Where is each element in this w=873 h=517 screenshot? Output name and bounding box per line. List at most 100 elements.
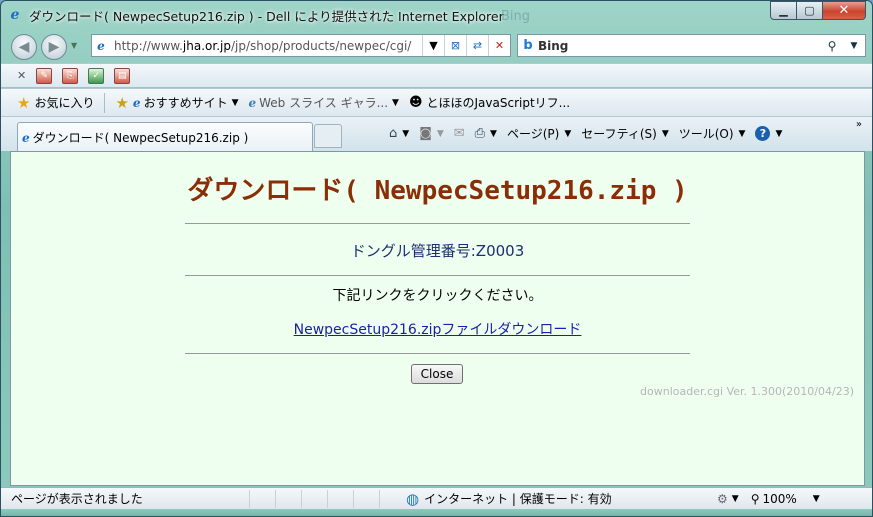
status-cell — [249, 489, 275, 508]
back-arrow-icon: ◀ — [18, 39, 30, 55]
fav-item-recommended[interactable]: ★ e おすすめサイト ▼ — [115, 94, 238, 112]
zoom-icon: ⚲ — [750, 491, 760, 506]
mail-button[interactable]: ✉ — [454, 126, 465, 141]
ie-icon: e — [132, 95, 141, 110]
bing-logo-icon: b — [523, 38, 533, 53]
command-bar: ⌂ ▼ ◙ ▼ ✉ ⎙ ▼ ページ(P) ▼ セーフティ(S) ▼ ツール(O) ▼ ? ▼ — [389, 125, 792, 142]
globe-icon: ◍ — [406, 489, 420, 508]
page-ie-icon: e — [97, 38, 105, 53]
page-menu-label: ページ(P) — [506, 127, 560, 141]
add-favorite-icon: ★ — [115, 93, 129, 112]
divider — [185, 223, 690, 224]
refresh-icon[interactable]: ⇄ — [466, 35, 488, 56]
title-bar[interactable]: e ダウンロード( NewpecSetup216.zip ) - Dell によ… — [1, 1, 872, 29]
divider — [185, 275, 690, 276]
chevron-down-icon: ▼ — [564, 128, 572, 139]
navigation-row: ◀ ▶ ▼ e http://www.jha.or.jp/jp/shop/pro… — [1, 30, 872, 62]
glasses-face-icon: ☻ — [408, 95, 423, 110]
favorites-button[interactable]: ★ お気に入り — [17, 94, 94, 112]
chevron-down-icon: ▼ — [775, 128, 783, 139]
addon-icon-4[interactable]: ▤ — [114, 67, 131, 84]
ghost-bing-text: Bing — [501, 9, 531, 24]
addon-icon-3[interactable]: ✓ — [88, 67, 105, 84]
favorites-label: お気に入り — [34, 96, 95, 110]
download-link[interactable]: NewpecSetup216.zipファイルダウンロード — [294, 322, 582, 338]
print-button[interactable]: ⎙ ▼ — [475, 126, 497, 141]
address-dropdown-icon[interactable]: ▼ — [422, 35, 444, 56]
safety-menu[interactable]: セーフティ(S) ▼ — [581, 125, 668, 142]
home-button[interactable]: ⌂ ▼ — [389, 126, 409, 141]
print-icon: ⎙ — [474, 126, 486, 141]
ie-icon: e — [22, 130, 30, 145]
fav-item-tohoho[interactable]: ☻ とほほのJavaScriptリフ... — [409, 94, 570, 111]
close-button[interactable]: Close — [411, 364, 463, 384]
status-cell — [353, 489, 379, 508]
fav-item-web-slice[interactable]: e Web スライス ギャラ... ▼ — [249, 94, 399, 111]
address-input[interactable]: http://www.jha.or.jp/jp/shop/products/ne… — [110, 39, 422, 53]
chevron-down-icon: ▼ — [392, 97, 399, 108]
compatibility-view-icon[interactable]: ⊠ — [444, 35, 466, 56]
dongle-number: ドングル管理番号:Z0003 — [350, 242, 525, 260]
close-toolbar-icon[interactable]: ✕ — [17, 69, 26, 82]
search-icon[interactable]: ⚲ — [821, 39, 843, 53]
feeds-button[interactable]: ◙ ▼ — [419, 126, 444, 141]
separator — [104, 92, 106, 113]
forward-arrow-icon: ▶ — [48, 39, 60, 55]
page-menu[interactable]: ページ(P) ▼ — [507, 125, 571, 142]
tools-menu[interactable]: ツール(O) ▼ — [679, 125, 746, 142]
chevron-down-icon: ▼ — [402, 128, 410, 139]
version-text: downloader.cgi Ver. 1.300(2010/04/23) — [640, 385, 854, 398]
status-cell — [327, 489, 353, 508]
addon-toolbar: ✕ ✎ ⎘ ✓ ▤ — [1, 63, 872, 87]
back-button[interactable]: ◀ — [11, 34, 37, 60]
browser-window: e ダウンロード( NewpecSetup216.zip ) - Dell によ… — [0, 0, 873, 517]
status-cell — [379, 489, 405, 508]
status-cell — [275, 489, 301, 508]
history-dropdown-icon[interactable]: ▼ — [71, 41, 77, 50]
zoom-button[interactable]: ⚲ 100% ▼ — [751, 492, 820, 506]
minimize-button[interactable]: ▁ — [770, 1, 797, 20]
status-right: ⚙ ▼ ⚲ 100% ▼ — [717, 492, 832, 506]
chevron-down-icon: ▼ — [490, 128, 497, 139]
address-bar[interactable]: e http://www.jha.or.jp/jp/shop/products/… — [91, 34, 511, 57]
addon-icon-2[interactable]: ⎘ — [62, 67, 79, 84]
more-commands-icon[interactable]: » — [856, 119, 862, 130]
security-settings-button[interactable]: ⚙ ▼ — [717, 492, 739, 506]
fav-item-label: とほほのJavaScriptリフ... — [426, 96, 571, 110]
caption-buttons: ▁ ▢ ✕ — [770, 1, 866, 20]
home-icon: ⌂ — [389, 126, 398, 141]
forward-button[interactable]: ▶ — [41, 34, 67, 60]
zoom-level: 100% — [762, 491, 797, 506]
chevron-down-icon: ▼ — [661, 128, 669, 139]
search-input[interactable]: Bing — [538, 39, 821, 53]
fav-item-label: Web スライス ギャラ... — [259, 96, 389, 110]
search-box[interactable]: b Bing ⚲ ▼ — [517, 34, 866, 57]
tab-current[interactable]: e ダウンロード( NewpecSetup216.zip ) — [17, 122, 313, 152]
addon-icon-1[interactable]: ✎ — [36, 67, 53, 84]
search-options-dropdown-icon[interactable]: ▼ — [843, 41, 865, 51]
zone-label: インターネット | 保護モード: 有効 — [424, 492, 612, 506]
page-content: ダウンロード( NewpecSetup216.zip ) ドングル管理番号:Z0… — [10, 151, 865, 486]
favorites-star-icon: ★ — [17, 93, 31, 112]
security-zone[interactable]: ◍ インターネット | 保護モード: 有効 — [406, 490, 612, 508]
tools-menu-label: ツール(O) — [678, 127, 734, 141]
stop-icon[interactable]: ✕ — [488, 35, 510, 56]
status-cell — [301, 489, 327, 508]
chevron-down-icon: ▼ — [731, 493, 739, 504]
maximize-button[interactable]: ▢ — [796, 1, 823, 20]
chevron-down-icon: ▼ — [738, 128, 746, 139]
favorites-bar: ★ お気に入り ★ e おすすめサイト ▼ e Web スライス ギャラ... … — [1, 88, 872, 116]
new-tab-button[interactable] — [314, 124, 342, 148]
status-bar: ページが表示されました ◍ インターネット | 保護モード: 有効 ⚙ ▼ ⚲ … — [1, 487, 872, 509]
help-icon: ? — [755, 126, 771, 141]
chevron-down-icon: ▼ — [436, 128, 444, 139]
status-message: ページが表示されました — [11, 492, 143, 506]
close-window-button[interactable]: ✕ — [822, 1, 866, 20]
tab-bar: e ダウンロード( NewpecSetup216.zip ) ⌂ ▼ ◙ ▼ ✉ ⎙… — [1, 116, 872, 152]
window-bottom-frame — [1, 509, 872, 516]
help-menu[interactable]: ? ▼ — [755, 126, 782, 141]
chevron-down-icon: ▼ — [812, 493, 820, 504]
tab-title: ダウンロード( NewpecSetup216.zip ) — [32, 131, 249, 145]
page-title: ダウンロード( NewpecSetup216.zip ) — [187, 176, 688, 206]
status-cells — [249, 489, 405, 508]
